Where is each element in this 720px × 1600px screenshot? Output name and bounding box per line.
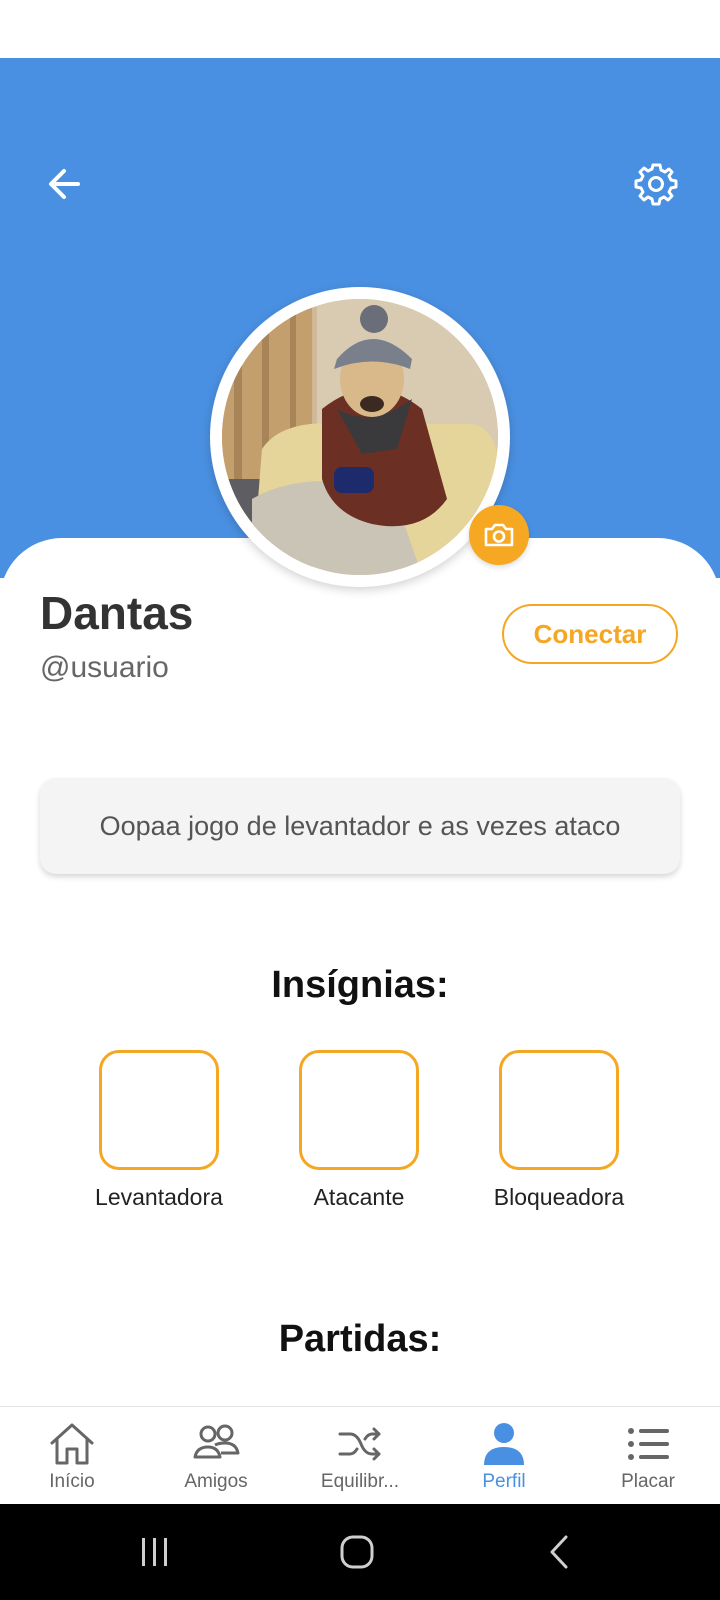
system-nav-bar — [0, 1504, 720, 1600]
badge-bloqueadora[interactable]: Bloqueadora — [459, 1050, 659, 1211]
avatar-photo — [222, 299, 498, 575]
arrow-left-icon — [49, 169, 80, 199]
nav-label: Perfil — [482, 1471, 526, 1492]
badges-title: Insígnias: — [271, 964, 449, 1006]
badge-atacante[interactable]: Atacante — [259, 1050, 459, 1211]
nav-item-inicio[interactable]: Início — [0, 1407, 144, 1505]
nav-label: Placar — [621, 1471, 675, 1492]
bottom-nav: Início Amigos Equilibr... Perfil Placar — [0, 1406, 720, 1505]
settings-button[interactable] — [626, 154, 686, 214]
home-circle-icon — [340, 1535, 374, 1569]
nav-label: Equilibr... — [320, 1471, 400, 1492]
badge-levantadora[interactable]: Levantadora — [59, 1050, 259, 1211]
matches-title: Partidas: — [278, 1318, 442, 1360]
profile-username: @usuario — [40, 651, 169, 684]
person-icon — [484, 1423, 524, 1465]
nav-item-perfil[interactable]: Perfil — [432, 1407, 576, 1505]
recents-icon — [142, 1538, 167, 1566]
nav-label: Amigos — [184, 1471, 248, 1492]
badge-box[interactable] — [99, 1050, 219, 1170]
badge-label: Atacante — [313, 1184, 405, 1210]
nav-label: Início — [49, 1471, 95, 1492]
back-button[interactable] — [36, 156, 92, 212]
back-system-button[interactable] — [530, 1524, 590, 1580]
nav-item-equilibrar[interactable]: Equilibr... — [288, 1407, 432, 1505]
status-bar — [0, 0, 720, 58]
badge-label: Levantadora — [95, 1184, 223, 1210]
shuffle-icon — [338, 1427, 381, 1461]
profile-name: Dantas — [40, 587, 194, 639]
home-icon — [50, 1423, 94, 1465]
camera-icon — [484, 523, 514, 547]
list-icon — [628, 1428, 669, 1460]
home-system-button[interactable] — [327, 1524, 387, 1580]
badge-label: Bloqueadora — [493, 1184, 625, 1210]
avatar[interactable] — [210, 287, 510, 587]
gear-icon — [634, 163, 678, 206]
friends-icon — [193, 1424, 240, 1459]
badge-box[interactable] — [299, 1050, 419, 1170]
badge-box[interactable] — [499, 1050, 619, 1170]
back-chevron-icon — [550, 1535, 568, 1569]
bio-text: Oopaa jogo de levantador e as vezes atac… — [99, 810, 621, 841]
change-photo-button[interactable] — [469, 505, 529, 565]
recents-button[interactable] — [125, 1524, 185, 1580]
nav-item-placar[interactable]: Placar — [576, 1407, 720, 1505]
nav-item-amigos[interactable]: Amigos — [144, 1407, 288, 1505]
connect-button[interactable]: Conectar — [502, 604, 678, 664]
bio-box: Oopaa jogo de levantador e as vezes atac… — [40, 778, 680, 874]
